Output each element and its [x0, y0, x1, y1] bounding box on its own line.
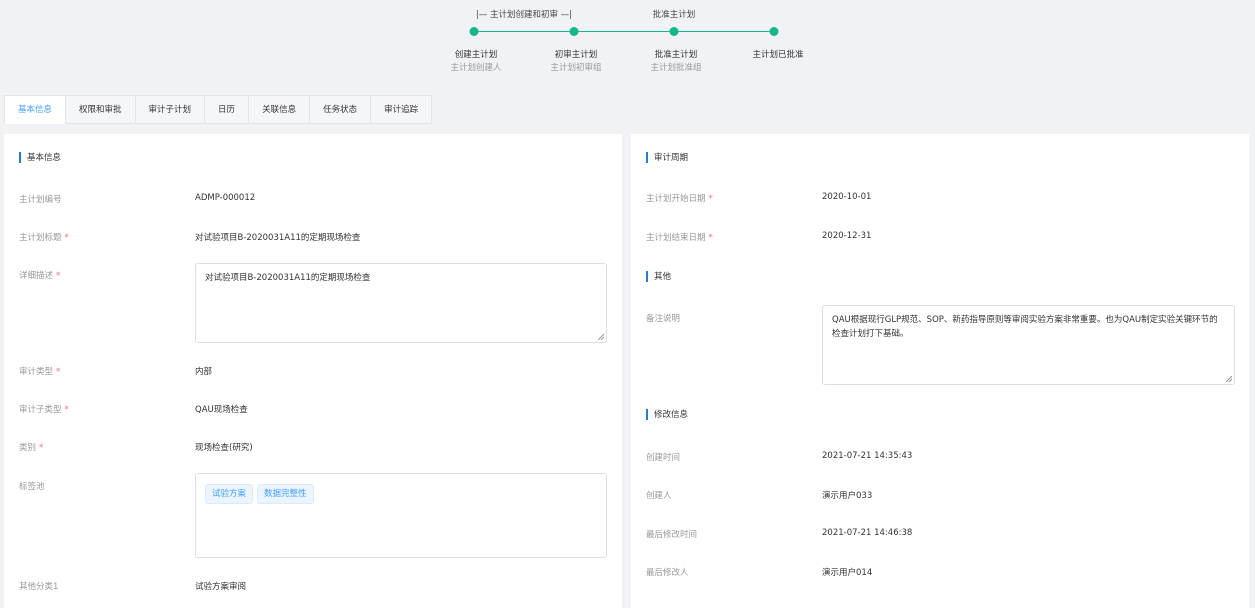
section-title-modify-info: 修改信息	[646, 409, 688, 421]
tab-bar: 基本信息 权限和审批 审计子计划 日历 关联信息 任务状态 审计追踪	[4, 95, 433, 124]
tab-sub-plans[interactable]: 审计子计划	[135, 95, 206, 124]
modifier-value: 演示用户014	[822, 568, 873, 578]
start-date-label: 主计划开始日期 *	[646, 194, 713, 204]
category-value: 现场检查(研究)	[195, 443, 253, 453]
modified-time-value: 2021-07-21 14:46:38	[822, 528, 913, 538]
tab-task-status[interactable]: 任务状态	[310, 95, 372, 124]
step-dot-approved	[769, 27, 779, 36]
step-subtitle-review: 主计划初审组	[550, 63, 602, 73]
step-dot-create	[469, 27, 479, 36]
section-title-basic-info: 基本信息	[19, 152, 61, 164]
step-subtitle-approve: 主计划批准组	[650, 63, 702, 73]
plan-no-label: 主计划编号	[19, 195, 62, 205]
audit-subtype-value: QAU现场检查	[195, 405, 248, 415]
step-title-create: 创建主计划	[454, 50, 498, 60]
tab-audit-trail[interactable]: 审计追踪	[371, 95, 433, 124]
step-title-review: 初审主计划	[554, 50, 598, 60]
plan-title-value: 对试验项目B-2020031A11的定期现场检查	[195, 233, 361, 243]
end-date-label: 主计划结束日期 *	[646, 233, 713, 243]
workflow-group-label-review: |— 主计划创建和初审 —|	[475, 10, 573, 20]
tab-basic-info[interactable]: 基本信息	[4, 95, 67, 124]
section-title-other: 其他	[646, 271, 671, 283]
end-date-value: 2020-12-31	[822, 231, 872, 241]
required-mark: *	[708, 194, 713, 204]
plan-title-label: 主计划标题 *	[19, 233, 69, 243]
other-category-label: 其他分类1	[19, 582, 59, 592]
required-mark: *	[39, 443, 44, 453]
plan-no-value: ADMP-000012	[195, 193, 256, 203]
tag-data-integrity[interactable]: 数据完整性	[257, 484, 314, 504]
creator-value: 演示用户033	[822, 491, 873, 501]
audit-type-label: 审计类型 *	[19, 367, 61, 377]
tab-calendar[interactable]: 日历	[205, 95, 250, 124]
start-date-value: 2020-10-01	[822, 192, 872, 202]
created-time-value: 2021-07-21 14:35:43	[822, 451, 913, 461]
creator-label: 创建人	[646, 491, 672, 501]
step-title-approved: 主计划已批准	[752, 50, 804, 60]
tab-related-info[interactable]: 关联信息	[249, 95, 311, 124]
basic-info-panel: 基本信息 主计划编号 ADMP-000012 主计划标题 * 对试验项目B-202…	[4, 134, 622, 608]
required-mark: *	[56, 271, 61, 281]
audit-type-value: 内部	[195, 367, 213, 377]
category-label: 类别 *	[19, 443, 44, 453]
tab-permissions[interactable]: 权限和审批	[66, 95, 136, 124]
step-dot-review	[569, 27, 579, 36]
other-category-value: 试验方案审阅	[195, 582, 247, 592]
step-subtitle-create: 主计划创建人	[450, 63, 502, 73]
required-mark: *	[64, 233, 69, 243]
required-mark: *	[56, 367, 61, 377]
required-mark: *	[708, 233, 713, 243]
step-dot-approve	[669, 27, 679, 36]
required-mark: *	[64, 405, 69, 415]
tag-pool-box[interactable]: 试验方案 数据完整性	[195, 473, 607, 558]
step-title-approve: 批准主计划	[654, 50, 698, 60]
workflow-track	[474, 31, 774, 32]
audit-subtype-label: 审计子类型 *	[19, 405, 69, 415]
remark-textarea[interactable]: QAU根据现行GLP规范、SOP、新药指导原则等审阅实验方案非常重要。也为QAU…	[822, 305, 1235, 385]
created-time-label: 创建时间	[646, 453, 681, 463]
section-title-audit-period: 审计周期	[646, 152, 688, 164]
tag-pool-label: 标签池	[19, 482, 45, 492]
description-label: 详细描述 *	[19, 271, 61, 281]
workflow-steps: |— 主计划创建和初审 —| 批准主计划 创建主计划 主计划创建人 初审主计划 …	[0, 0, 1255, 96]
tag-trial-protocol[interactable]: 试验方案	[205, 484, 254, 504]
description-textarea[interactable]: 对试验项目B-2020031A11的定期现场检查	[195, 263, 607, 343]
modifier-label: 最后修改人	[646, 568, 689, 578]
remark-label: 备注说明	[646, 314, 681, 324]
modified-time-label: 最后修改时间	[646, 530, 698, 540]
workflow-group-label-approve: 批准主计划	[652, 10, 696, 20]
detail-panel: 审计周期 主计划开始日期 * 2020-10-01 主计划结束日期 * 2020-1…	[631, 134, 1249, 608]
